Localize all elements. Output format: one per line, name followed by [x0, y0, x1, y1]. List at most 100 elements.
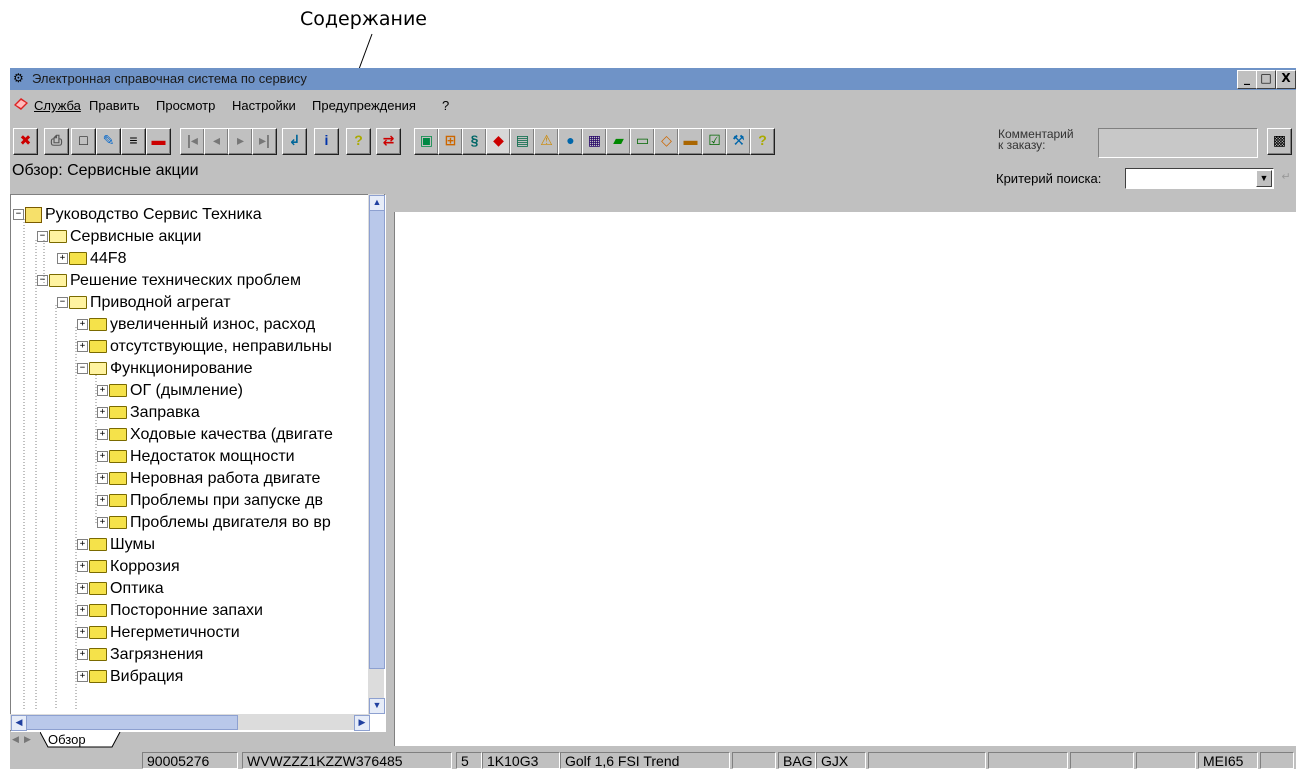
- menu-edit[interactable]: Править: [89, 98, 140, 113]
- last-page-icon[interactable]: ▸|: [252, 128, 277, 155]
- previous-page-icon[interactable]: ◂: [204, 128, 229, 155]
- menu-help[interactable]: ?: [442, 98, 449, 113]
- expand-icon[interactable]: +: [97, 429, 108, 441]
- expand-icon[interactable]: +: [97, 517, 108, 529]
- document-help-icon[interactable]: ?: [750, 128, 775, 155]
- tree-vertical-scrollbar[interactable]: ▲ ▼: [368, 194, 385, 714]
- info-icon[interactable]: i: [314, 128, 339, 155]
- back-icon[interactable]: ↲: [282, 128, 307, 155]
- expand-icon[interactable]: +: [77, 671, 88, 683]
- expand-icon[interactable]: +: [77, 605, 88, 617]
- tree-node-corrosion[interactable]: + Коррозия: [77, 558, 180, 576]
- tree-node-exhaust[interactable]: + ОГ (дымление): [97, 382, 243, 400]
- comment-edit-icon[interactable]: ▩: [1267, 128, 1292, 155]
- tree-node-root[interactable]: − Руководство Сервис Техника: [13, 206, 262, 224]
- scroll-thumb[interactable]: [26, 715, 238, 730]
- expand-icon[interactable]: +: [97, 473, 108, 485]
- contents-tree[interactable]: − Руководство Сервис Техника − Сервисные а…: [10, 194, 386, 732]
- help-icon[interactable]: ?: [346, 128, 371, 155]
- tree-node-service-actions[interactable]: − Сервисные акции: [37, 228, 201, 246]
- next-page-icon[interactable]: ▸: [228, 128, 253, 155]
- content-pane[interactable]: [394, 212, 1297, 746]
- tree-node-missing[interactable]: + отсутствующие, неправильны: [77, 338, 332, 356]
- expand-icon[interactable]: +: [97, 385, 108, 397]
- expand-icon[interactable]: +: [77, 539, 88, 551]
- expand-icon[interactable]: +: [77, 627, 88, 639]
- comment-field[interactable]: [1098, 128, 1258, 158]
- edit-document-icon[interactable]: ✎: [96, 128, 121, 155]
- coil-icon[interactable]: §: [462, 128, 487, 155]
- expand-icon[interactable]: +: [77, 561, 88, 573]
- collapse-icon[interactable]: −: [37, 231, 48, 243]
- tree-node-drive-unit[interactable]: − Приводной агрегат: [57, 294, 231, 312]
- scroll-down-icon[interactable]: ▼: [369, 698, 385, 714]
- expand-icon[interactable]: +: [97, 407, 108, 419]
- warning-icon[interactable]: ⚠: [534, 128, 559, 155]
- scroll-thumb[interactable]: [369, 210, 385, 669]
- collapse-icon[interactable]: −: [77, 363, 88, 375]
- expand-icon[interactable]: +: [77, 319, 88, 331]
- expand-icon[interactable]: +: [77, 649, 88, 661]
- minimize-button[interactable]: _: [1237, 70, 1257, 89]
- close-button[interactable]: X: [1276, 70, 1296, 89]
- checklist-icon[interactable]: ☑: [702, 128, 727, 155]
- tag-icon[interactable]: ◇: [654, 128, 679, 155]
- first-page-icon[interactable]: |◂: [180, 128, 205, 155]
- search-go-icon[interactable]: ↵: [1277, 168, 1295, 187]
- globe-icon[interactable]: ●: [558, 128, 583, 155]
- expand-icon[interactable]: +: [97, 495, 108, 507]
- menu-view[interactable]: Просмотр: [156, 98, 215, 113]
- book-menu-icon[interactable]: [13, 97, 29, 111]
- tree-node-tech-problems[interactable]: − Решение технических проблем: [37, 272, 301, 290]
- collapse-icon[interactable]: −: [13, 209, 24, 221]
- document-view-icon[interactable]: ▤: [510, 128, 535, 155]
- tree-node-noise[interactable]: + Шумы: [77, 536, 155, 554]
- expand-icon[interactable]: +: [77, 341, 88, 353]
- scroll-right-icon[interactable]: ▶: [354, 715, 370, 731]
- expand-icon[interactable]: +: [77, 583, 88, 595]
- document-list-icon[interactable]: ≡: [121, 128, 146, 155]
- exit-icon[interactable]: ✖: [13, 128, 38, 155]
- collapse-icon[interactable]: −: [57, 297, 68, 309]
- calculator-icon[interactable]: ▦: [582, 128, 607, 155]
- menu-warnings[interactable]: Предупреждения: [312, 98, 416, 113]
- expand-icon[interactable]: +: [57, 253, 68, 265]
- tree-node-engine-problems[interactable]: + Проблемы двигателя во вр: [97, 514, 331, 532]
- tree-node-vibration[interactable]: + Вибрация: [77, 668, 183, 686]
- car-diagnostics-icon[interactable]: ▬: [678, 128, 703, 155]
- tree-node-wear[interactable]: + увеличенный износ, расход: [77, 316, 315, 334]
- tree-node-44f8[interactable]: +44F8: [57, 250, 126, 268]
- menu-service[interactable]: Служба: [34, 98, 81, 113]
- maximize-button[interactable]: □: [1256, 70, 1276, 89]
- menu-settings[interactable]: Настройки: [232, 98, 296, 113]
- module-icon[interactable]: ▣: [414, 128, 439, 155]
- tree-node-driving[interactable]: + Ходовые качества (двигате: [97, 426, 333, 444]
- collapse-icon[interactable]: −: [37, 275, 48, 287]
- car-icon[interactable]: ▭: [630, 128, 655, 155]
- tree-node-start[interactable]: + Проблемы при запуске дв: [97, 492, 323, 510]
- tab-overview[interactable]: Обзор: [48, 732, 86, 747]
- expand-icon[interactable]: +: [97, 451, 108, 463]
- scroll-left-icon[interactable]: ◀: [11, 715, 27, 731]
- chevron-down-icon[interactable]: ▼: [1256, 170, 1272, 187]
- tree-node-smells[interactable]: + Посторонние запахи: [77, 602, 263, 620]
- tree-node-power[interactable]: + Недостаток мощности: [97, 448, 295, 466]
- tree-node-rough[interactable]: + Неровная работа двигате: [97, 470, 320, 488]
- scroll-up-icon[interactable]: ▲: [369, 195, 385, 211]
- new-document-icon[interactable]: □: [71, 128, 96, 155]
- tree-node-optics[interactable]: + Оптика: [77, 580, 164, 598]
- switch-icon[interactable]: ⇄: [376, 128, 401, 155]
- tree-node-leaks[interactable]: + Негерметичности: [77, 624, 240, 642]
- tab-scroll-left-icon[interactable]: ◀: [12, 734, 19, 745]
- tab-scroll-right-icon[interactable]: ▶: [24, 734, 31, 745]
- grid-icon[interactable]: ⊞: [438, 128, 463, 155]
- eraser-icon[interactable]: ▰: [606, 128, 631, 155]
- tree-node-refuel[interactable]: + Заправка: [97, 404, 200, 422]
- tree-node-function[interactable]: − Функционирование: [77, 360, 252, 378]
- print-icon[interactable]: ⎙: [44, 128, 69, 155]
- manual-book-icon[interactable]: ◆: [486, 128, 511, 155]
- tree-horizontal-scrollbar[interactable]: ◀ ▶: [10, 714, 370, 731]
- tools-icon[interactable]: ⚒: [726, 128, 751, 155]
- title-bar[interactable]: ⚙ Электронная справочная система по серв…: [10, 68, 1296, 90]
- tree-node-dirt[interactable]: + Загрязнения: [77, 646, 203, 664]
